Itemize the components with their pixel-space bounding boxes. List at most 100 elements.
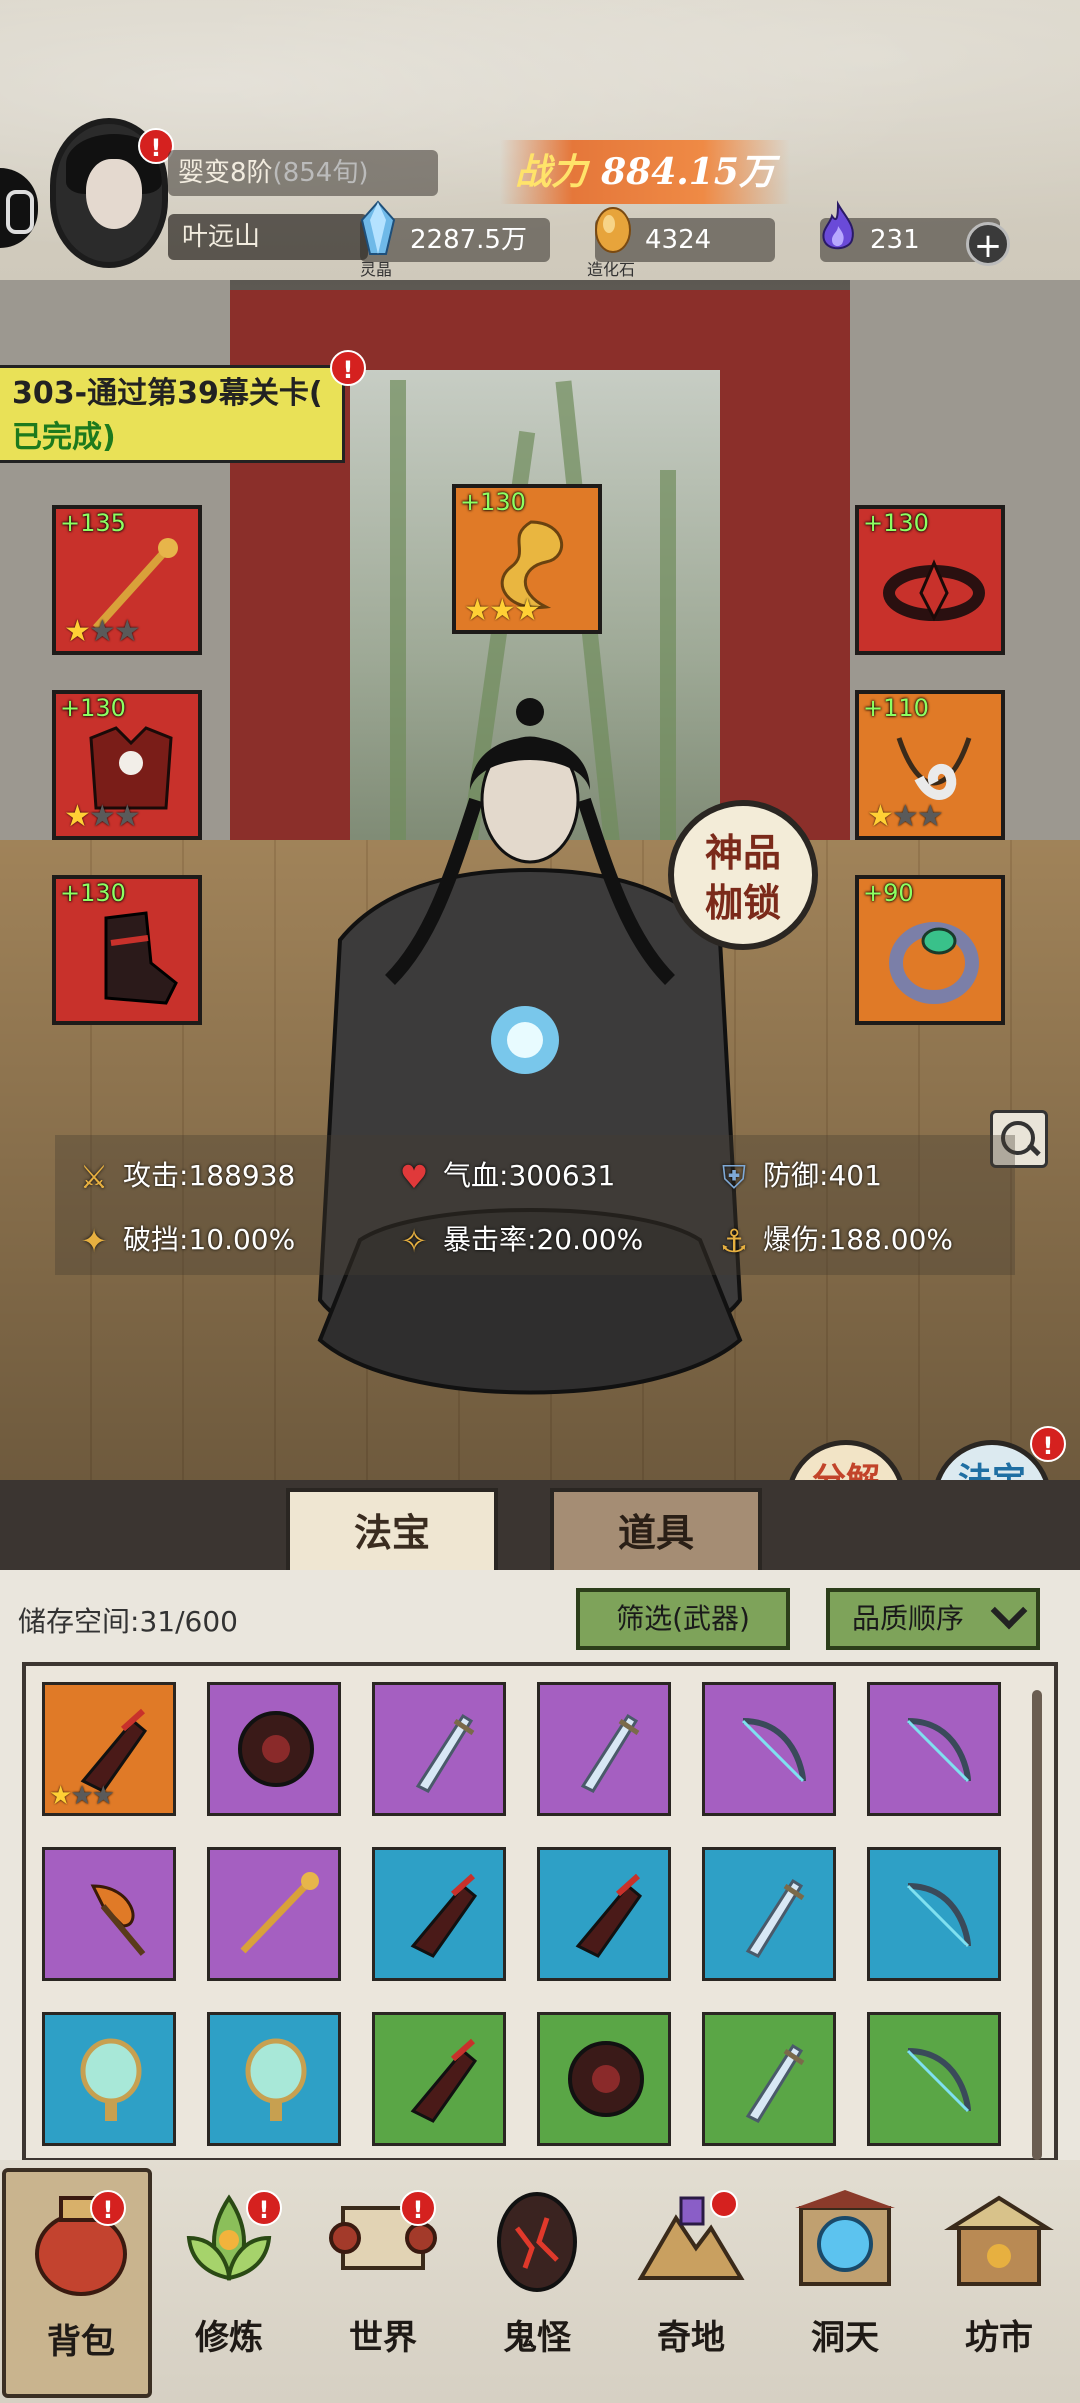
tab-treasure[interactable]: 法宝: [286, 1488, 498, 1570]
nav-market[interactable]: 坊市: [924, 2168, 1074, 2398]
quest-alert-badge: !: [330, 350, 366, 386]
wheel-icon: [238, 1711, 314, 1787]
enhance-level: +130: [60, 879, 126, 907]
equip-slot-crown[interactable]: +130: [855, 505, 1005, 655]
synthesize-alert-badge: !: [1030, 1426, 1066, 1462]
quest-tracker[interactable]: 303-通过第39幕关卡( 已完成): [0, 365, 345, 463]
resource-stone[interactable]: 造化石 4324: [587, 207, 775, 279]
nav-monster[interactable]: 鬼怪: [462, 2168, 612, 2398]
bow-icon: [906, 1883, 971, 1948]
star-rating: ★★★: [64, 614, 141, 649]
nav-cultivate-alert-badge: !: [246, 2190, 282, 2226]
inventory-item[interactable]: [207, 2012, 341, 2146]
stat-attack: ⚔ 攻击:188938: [75, 1156, 296, 1196]
shop-icon: [944, 2195, 1054, 2286]
inventory-item[interactable]: [42, 2012, 176, 2146]
equip-slot-armor[interactable]: +130 ★★★: [52, 690, 202, 840]
sword-icon: [415, 1713, 475, 1793]
bow-icon: [741, 1718, 806, 1783]
inventory-item[interactable]: [372, 2012, 506, 2146]
inventory-item[interactable]: [702, 1847, 836, 1981]
ring-icon: [889, 922, 979, 1004]
sort-quality-dropdown[interactable]: 品质顺序: [826, 1588, 1040, 1650]
enhance-level: +90: [863, 879, 914, 907]
quest-text: 303-通过第39幕关卡(: [12, 376, 323, 411]
star-rating: ★★★: [64, 799, 141, 834]
inventory-item[interactable]: [537, 2012, 671, 2146]
inventory-item[interactable]: [537, 1682, 671, 1816]
wheel-icon: [568, 2041, 644, 2117]
sword-icon: ⚔: [79, 1158, 109, 1196]
equip-slot-boots[interactable]: +130: [52, 875, 202, 1025]
inventory-item[interactable]: [702, 2012, 836, 2146]
inventory-scrollbar[interactable]: [1032, 1690, 1042, 2160]
sword-icon: [745, 1878, 805, 1958]
equip-slot-talisman[interactable]: +130 ★★★: [452, 484, 602, 634]
inventory-item[interactable]: ★★★: [42, 1682, 176, 1816]
stat-crit-damage: ⚓ 爆伤:188.00%: [715, 1220, 953, 1260]
combat-power: 战力 884.15万: [500, 140, 790, 204]
divine-shackle-button[interactable]: 神品 枷锁: [668, 800, 818, 950]
stat-crit-rate: ✧ 暴击率:20.00%: [395, 1220, 644, 1260]
nav-cave[interactable]: 洞天: [770, 2168, 920, 2398]
tab-items[interactable]: 道具: [550, 1488, 762, 1570]
inventory-item[interactable]: [702, 1682, 836, 1816]
bag-panel: 储存空间:31/600 筛选(武器) 品质顺序 ★★★: [0, 1570, 1080, 2175]
crown-icon: [883, 559, 985, 622]
inventory-grid: ★★★: [22, 1662, 1058, 2162]
filter-weapon-button[interactable]: 筛选(武器): [576, 1588, 790, 1650]
enhance-level: +110: [863, 694, 929, 722]
inventory-item[interactable]: [42, 1847, 176, 1981]
crit-icon: ✧: [400, 1222, 428, 1260]
shield-icon: ⛨: [721, 1158, 746, 1196]
add-resource-button[interactable]: +: [966, 222, 1010, 266]
power-value: 884.15万: [601, 151, 775, 193]
nav-world[interactable]: 世界: [308, 2168, 458, 2398]
nav-cultivate[interactable]: 修炼: [154, 2168, 304, 2398]
inventory-item[interactable]: [207, 1847, 341, 1981]
tab-strip: [0, 1480, 1080, 1570]
staff-icon: [240, 1872, 319, 1954]
inventory-item[interactable]: [537, 1847, 671, 1981]
equip-slot-ring[interactable]: +90: [855, 875, 1005, 1025]
portal-icon: [795, 2190, 895, 2286]
nav-bag[interactable]: 背包: [2, 2168, 152, 2398]
bow-icon: [906, 2048, 971, 2113]
rank-label: 婴变8阶: [178, 158, 273, 188]
flame-value: 231: [870, 225, 920, 255]
critdmg-icon: ⚓: [719, 1222, 749, 1260]
stat-break: ✦ 破挡:10.00%: [75, 1220, 296, 1260]
equip-slot-necklace[interactable]: +110 ★★★: [855, 690, 1005, 840]
storage-capacity: 储存空间:31/600: [18, 1605, 238, 1638]
enhance-level: +130: [60, 694, 126, 722]
mirror-icon: [80, 2038, 142, 2121]
egg-icon: [497, 2192, 577, 2292]
blade-icon: [410, 2038, 478, 2123]
axe-icon: [90, 1884, 146, 1956]
star-rating: ★★★: [49, 1781, 115, 1811]
sword-icon: [580, 1713, 640, 1793]
nav-bag-alert-badge: !: [90, 2190, 126, 2226]
mirror-icon: [245, 2038, 307, 2121]
break-icon: ✦: [80, 1222, 108, 1260]
enhance-level: +135: [60, 509, 126, 537]
enhance-level: +130: [460, 488, 526, 516]
resource-crystal[interactable]: 灵晶 2287.5万: [360, 200, 550, 279]
inventory-item[interactable]: [372, 1682, 506, 1816]
equip-slot-weapon[interactable]: +135 ★★★: [52, 505, 202, 655]
stat-defense: ⛨ 防御:401: [715, 1156, 882, 1196]
blade-icon: [410, 1873, 478, 1958]
inventory-item[interactable]: [867, 2012, 1001, 2146]
inventory-item[interactable]: [867, 1682, 1001, 1816]
boots-icon: [104, 911, 178, 1005]
power-label: 战力: [515, 151, 588, 193]
star-rating: ★★★: [867, 799, 944, 834]
chevron-down-icon: [990, 1592, 1028, 1630]
nav-wonderland[interactable]: 奇地: [616, 2168, 766, 2398]
inventory-item[interactable]: [372, 1847, 506, 1981]
inventory-item[interactable]: [867, 1847, 1001, 1981]
rank-sub-label: (854旬): [272, 158, 369, 188]
stat-hp: ♥ 气血:300631: [395, 1156, 616, 1196]
inventory-item[interactable]: [207, 1682, 341, 1816]
nav-world-alert-badge: !: [400, 2190, 436, 2226]
